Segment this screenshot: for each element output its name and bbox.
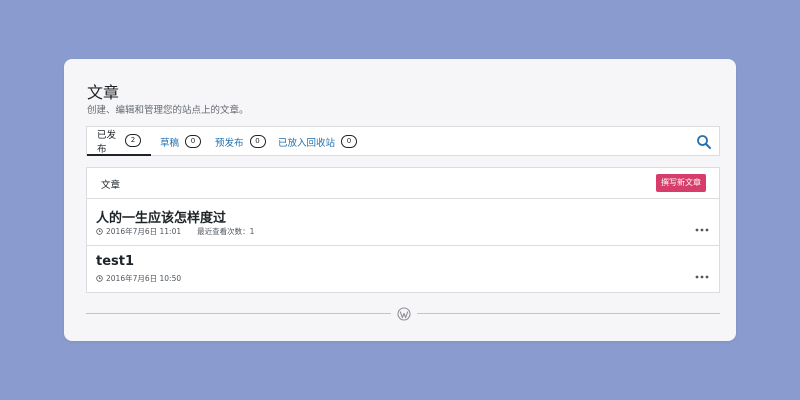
tab-count-badge: 2 bbox=[125, 134, 141, 147]
post-title[interactable]: test1 bbox=[96, 254, 134, 269]
post-actions-button[interactable] bbox=[695, 265, 709, 279]
clock-icon bbox=[96, 275, 103, 282]
search-button[interactable] bbox=[696, 134, 712, 150]
post-actions-button[interactable] bbox=[695, 218, 709, 232]
posts-panel: 文章 创建、编辑和管理您的站点上的文章。 已发布 2 草稿 0 预发布 0 已放… bbox=[64, 59, 736, 341]
post-date: 2016年7月6日 11:01 bbox=[106, 227, 182, 236]
tab-drafts[interactable]: 草稿 0 bbox=[160, 127, 202, 156]
post-views: 最近查看次数：1 bbox=[197, 227, 255, 236]
posts-list: 文章 撰写新文章 人的一生应该怎样度过 2016年7月6日 11:01 最近查看… bbox=[86, 167, 720, 293]
search-icon bbox=[697, 135, 711, 149]
new-post-button[interactable]: 撰写新文章 bbox=[656, 174, 706, 192]
tab-label: 已放入回收站 bbox=[278, 137, 336, 149]
tab-trash[interactable]: 已放入回收站 0 bbox=[278, 127, 358, 156]
wordpress-logo[interactable] bbox=[397, 306, 411, 321]
tab-label: 预发布 bbox=[215, 137, 244, 149]
post-row[interactable]: 人的一生应该怎样度过 2016年7月6日 11:01 最近查看次数：1 bbox=[87, 199, 719, 246]
ellipsis-icon bbox=[695, 228, 709, 232]
post-title[interactable]: 人的一生应该怎样度过 bbox=[96, 207, 226, 226]
wordpress-logo-icon bbox=[397, 307, 411, 321]
footer-divider-right bbox=[417, 313, 720, 314]
list-header-label: 文章 bbox=[101, 180, 121, 191]
post-meta: 2016年7月6日 10:50 bbox=[96, 273, 181, 284]
clock-icon bbox=[96, 228, 103, 235]
tab-scheduled[interactable]: 预发布 0 bbox=[215, 127, 266, 156]
status-tabs: 已发布 2 草稿 0 预发布 0 已放入回收站 0 bbox=[86, 126, 720, 156]
ellipsis-icon bbox=[695, 275, 709, 279]
page-subtitle: 创建、编辑和管理您的站点上的文章。 bbox=[87, 105, 249, 116]
post-meta: 2016年7月6日 11:01 最近查看次数：1 bbox=[96, 226, 254, 237]
footer-divider-left bbox=[86, 313, 391, 314]
tab-published[interactable]: 已发布 2 bbox=[87, 127, 151, 156]
tab-label: 已发布 bbox=[97, 129, 117, 155]
page-title: 文章 bbox=[87, 83, 120, 102]
tab-count-badge: 0 bbox=[185, 135, 202, 148]
post-row[interactable]: test1 2016年7月6日 10:50 bbox=[87, 246, 719, 292]
tab-count-badge: 0 bbox=[341, 135, 358, 148]
tab-count-badge: 0 bbox=[249, 135, 266, 148]
tab-label: 草稿 bbox=[160, 137, 180, 149]
list-header: 文章 撰写新文章 bbox=[87, 168, 719, 199]
post-date: 2016年7月6日 10:50 bbox=[106, 274, 182, 283]
